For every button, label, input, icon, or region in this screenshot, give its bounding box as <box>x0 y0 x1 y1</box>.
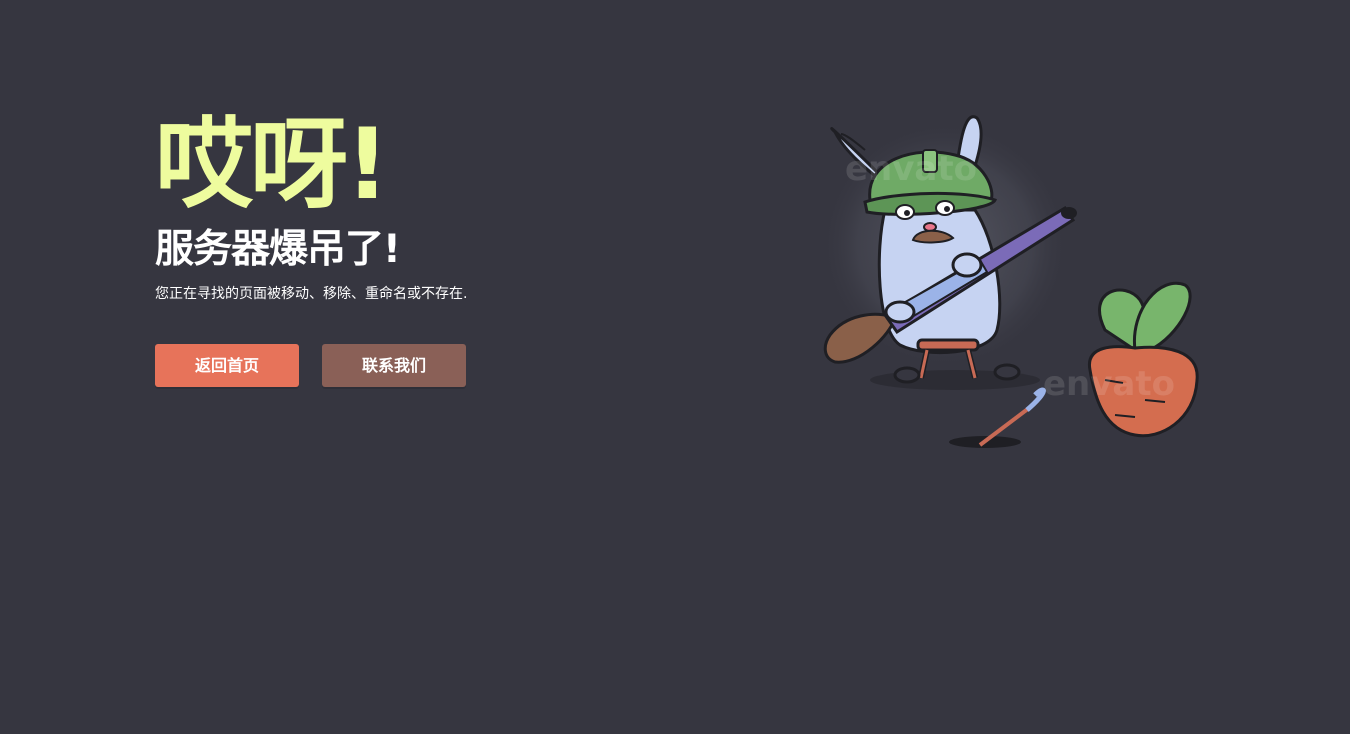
home-button[interactable]: 返回首页 <box>155 344 299 387</box>
hook-blade <box>1025 387 1046 412</box>
contact-button[interactable]: 联系我们 <box>322 344 466 387</box>
left-hand <box>884 300 916 324</box>
right-foot <box>993 363 1021 381</box>
error-subtitle: 服务器爆吊了! <box>155 227 401 272</box>
error-page: 哎呀! 服务器爆吊了! 您正在寻找的页面被移动、移除、重命名或不存在. 返回首页… <box>0 0 1350 734</box>
right-hand <box>951 252 983 278</box>
watermark-top: envato <box>845 149 977 189</box>
left-foot <box>893 366 921 384</box>
error-description: 您正在寻找的页面被移动、移除、重命名或不存在. <box>155 286 468 302</box>
error-title: 哎呀! <box>155 108 390 222</box>
error-content: 哎呀! 服务器爆吊了! 您正在寻找的页面被移动、移除、重命名或不存在. 返回首页… <box>155 108 675 387</box>
rabbit-illustration: envato envato <box>820 115 1199 448</box>
carrot <box>1088 281 1199 438</box>
watermark-bottom: envato <box>1043 364 1175 404</box>
